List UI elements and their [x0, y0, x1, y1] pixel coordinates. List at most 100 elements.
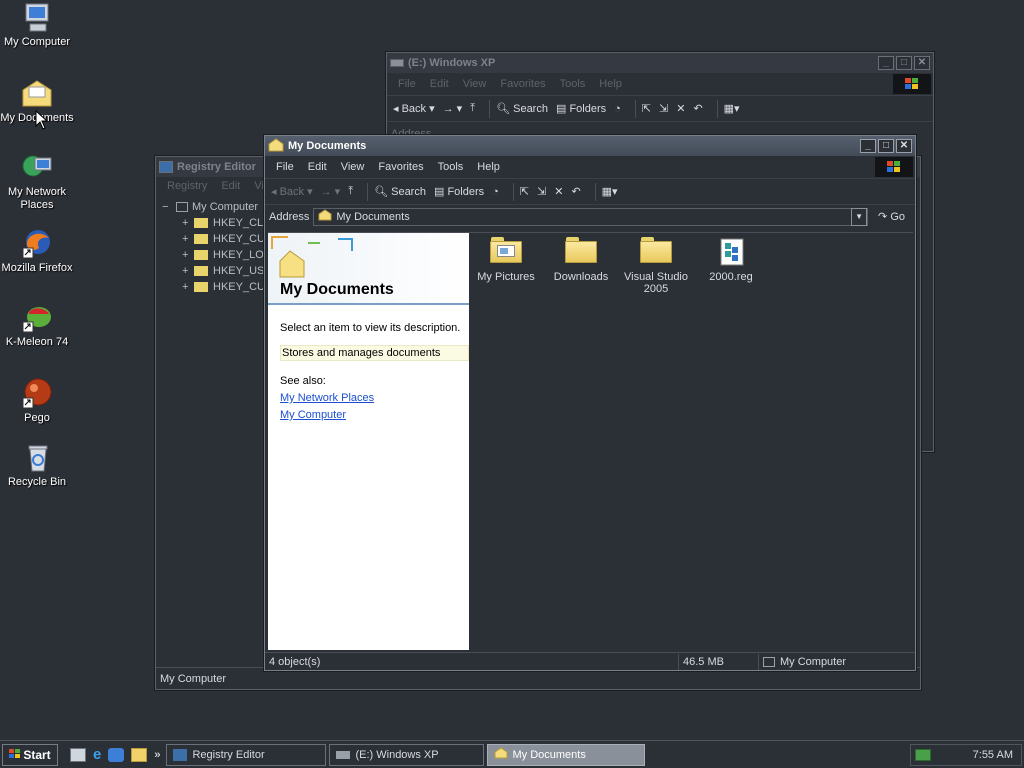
desktop-icon-pego[interactable]: Pego — [0, 378, 74, 425]
undo-icon[interactable]: ↶ — [693, 102, 702, 115]
my-documents-window[interactable]: My Documents _ □ ✕ File Edit View Favori… — [264, 135, 916, 671]
link-my-computer[interactable]: My Computer — [280, 409, 346, 421]
address-input[interactable]: My Documents ▼ — [313, 207, 869, 226]
status-text: My Computer — [160, 672, 227, 685]
desktop-icon-my-computer[interactable]: My Computer — [0, 2, 74, 49]
menu-help[interactable]: Help — [592, 78, 629, 90]
history-icon[interactable]: ◔ — [614, 103, 621, 115]
registry-editor-icon — [173, 748, 188, 761]
maximize-button[interactable]: □ — [896, 56, 912, 70]
undo-icon[interactable]: ↶ — [571, 185, 580, 198]
taskbar: Start e » Registry Editor (E:) Windows X… — [0, 740, 1024, 768]
views-button[interactable]: ▦▾ — [602, 185, 618, 198]
pego-icon — [21, 378, 53, 410]
copy-to-icon[interactable]: ⇲ — [537, 185, 546, 198]
mouse-cursor-icon — [35, 109, 49, 133]
menu-file[interactable]: File — [269, 161, 301, 173]
desktop-icon-firefox[interactable]: Mozilla Firefox — [0, 228, 74, 275]
tree-root[interactable]: − My Computer — [162, 199, 272, 215]
panel-description: Stores and manages documents — [280, 345, 469, 361]
internet-explorer-icon[interactable]: e — [93, 746, 101, 763]
minimize-button[interactable]: _ — [878, 56, 894, 70]
list-item[interactable]: My Pictures — [472, 237, 540, 283]
toolbar: ◂ Back ▾ → ▾ ⤒ 🔍︎ Search ▤ Folders ◔ ⇱ ⇲… — [265, 178, 915, 204]
windows-logo-icon — [893, 74, 931, 94]
menu-favorites[interactable]: Favorites — [493, 78, 552, 90]
status-zone: My Computer — [759, 654, 915, 670]
taskbar-button-registry-editor[interactable]: Registry Editor — [166, 743, 327, 766]
see-also-label: See also: — [280, 375, 326, 387]
menu-view[interactable]: View — [456, 78, 494, 90]
list-item[interactable]: 2000.reg — [697, 237, 765, 283]
forward-button[interactable]: → ▾ — [321, 185, 341, 198]
delete-icon[interactable]: ✕ — [676, 102, 685, 115]
go-button[interactable]: ↷ Go — [878, 210, 905, 224]
views-button[interactable]: ▦▾ — [724, 102, 740, 115]
search-icon: 🔍︎ — [374, 186, 389, 198]
close-button[interactable]: ✕ — [896, 139, 912, 153]
search-button[interactable]: 🔍︎ Search — [374, 185, 426, 199]
search-button[interactable]: 🔍︎ Search — [496, 102, 548, 116]
link-my-network-places[interactable]: My Network Places — [280, 392, 374, 404]
address-bar: Address My Documents ▼ ↷ Go — [265, 204, 915, 228]
list-item[interactable]: Downloads — [547, 237, 615, 283]
menu-file[interactable]: File — [391, 78, 423, 90]
menu-tools[interactable]: Tools — [431, 161, 471, 173]
desktop-icon-network-places[interactable]: My Network Places — [0, 152, 74, 212]
system-tray: 7:55 AM — [910, 744, 1022, 766]
folders-icon: ▤ — [555, 103, 567, 115]
desktop-icon-label: My Network Places — [7, 186, 67, 211]
start-button[interactable]: Start — [2, 743, 58, 766]
window-title: My Documents — [288, 140, 367, 152]
taskbar-button-my-documents[interactable]: My Documents — [487, 743, 646, 766]
menu-bar: File Edit View Favorites Tools Help — [387, 73, 933, 95]
list-item[interactable]: Visual Studio 2005 — [622, 237, 690, 295]
move-to-icon[interactable]: ⇱ — [642, 102, 651, 115]
history-icon[interactable]: ◔ — [492, 186, 499, 198]
menu-favorites[interactable]: Favorites — [371, 161, 430, 173]
copy-to-icon[interactable]: ⇲ — [659, 102, 668, 115]
menu-tools[interactable]: Tools — [553, 78, 593, 90]
window-titlebar[interactable]: (E:) Windows XP _ □ ✕ — [387, 53, 933, 73]
folders-button[interactable]: ▤ Folders — [434, 185, 484, 199]
taskbar-button-windows-xp[interactable]: (E:) Windows XP — [329, 743, 485, 766]
tree-key[interactable]: + HKEY_LO — [162, 247, 272, 263]
minimize-button[interactable]: _ — [860, 139, 876, 153]
move-to-icon[interactable]: ⇱ — [520, 185, 529, 198]
folders-button[interactable]: ▤ Folders — [555, 102, 606, 116]
outlook-express-icon[interactable] — [108, 747, 125, 762]
maximize-button[interactable]: □ — [878, 139, 894, 153]
menu-edit[interactable]: Edit — [423, 78, 456, 90]
explorer-icon[interactable] — [131, 747, 148, 762]
tree-key[interactable]: + HKEY_CU — [162, 279, 272, 295]
menu-edit[interactable]: Edit — [301, 161, 334, 173]
address-dropdown-button[interactable]: ▼ — [851, 207, 868, 226]
my-documents-icon — [494, 747, 508, 762]
folder-icon — [640, 237, 672, 265]
panel-prompt: Select an item to view its description. — [280, 322, 461, 334]
desktop-icon-recycle-bin[interactable]: Recycle Bin — [0, 442, 74, 489]
chevron-right-icon[interactable]: » — [154, 749, 160, 761]
menu-registry[interactable]: Registry — [160, 180, 214, 192]
tree-key[interactable]: + HKEY_CU — [162, 231, 272, 247]
close-button[interactable]: ✕ — [914, 56, 930, 70]
delete-icon[interactable]: ✕ — [554, 185, 563, 198]
back-button[interactable]: ◂ Back ▾ — [393, 102, 435, 116]
network-tray-icon[interactable] — [915, 749, 931, 761]
window-titlebar[interactable]: My Documents _ □ ✕ — [265, 136, 915, 156]
desktop-icon-k-meleon[interactable]: K-Meleon 74 — [0, 302, 74, 349]
forward-button[interactable]: → ▾ — [443, 102, 463, 115]
desktop-icon-label: Mozilla Firefox — [1, 262, 73, 274]
menu-help[interactable]: Help — [470, 161, 507, 173]
collapse-icon[interactable]: − — [162, 199, 176, 215]
back-button[interactable]: ◂ Back ▾ — [271, 185, 313, 199]
up-folder-icon[interactable]: ⤒ — [348, 185, 353, 198]
menu-view[interactable]: View — [334, 161, 372, 173]
up-folder-icon[interactable]: ⤒ — [470, 102, 475, 115]
tree-key[interactable]: + HKEY_CL — [162, 215, 272, 231]
menu-edit[interactable]: Edit — [214, 180, 247, 192]
item-label: Downloads — [553, 271, 609, 283]
show-desktop-icon[interactable] — [70, 747, 86, 762]
clock[interactable]: 7:55 AM — [973, 749, 1013, 761]
tree-key[interactable]: + HKEY_US — [162, 263, 272, 279]
